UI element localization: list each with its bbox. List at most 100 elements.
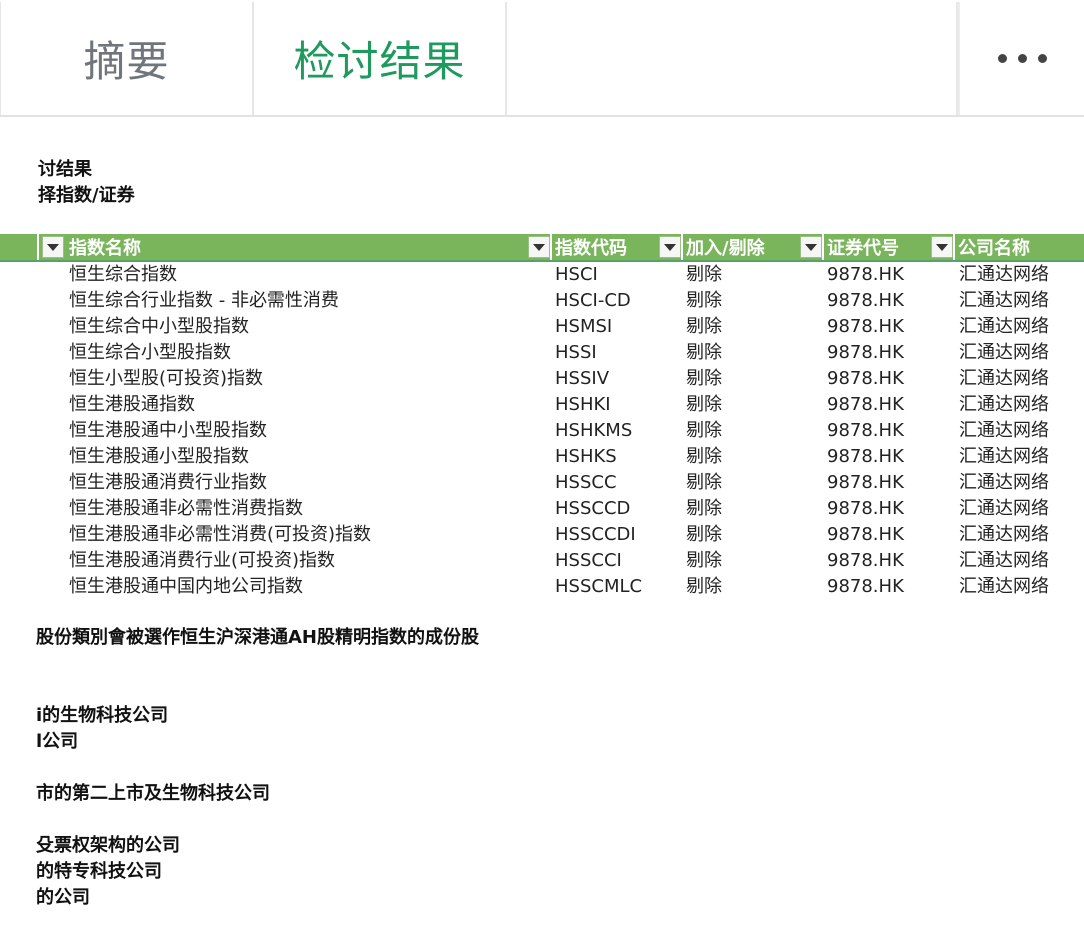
- stock-code-cell[interactable]: 9878.HK: [827, 444, 904, 470]
- index-code-cell[interactable]: HSSCCDI: [555, 522, 636, 548]
- column-divider: [37, 234, 39, 260]
- index-name-cell[interactable]: 恒生港股通中国内地公司指数: [69, 574, 303, 600]
- stock-code-cell[interactable]: 9878.HK: [827, 340, 904, 366]
- action-cell[interactable]: 剔除: [686, 444, 722, 470]
- table-row[interactable]: 恒生综合指数 HSCI 剔除 9878.HK 汇通达网络: [0, 262, 1084, 288]
- more-button[interactable]: [958, 2, 1084, 115]
- index-code-cell[interactable]: HSSI: [555, 340, 597, 366]
- column-header: 公司名称: [958, 238, 1030, 259]
- tab-summary[interactable]: 摘要: [0, 2, 254, 115]
- action-cell[interactable]: 剔除: [686, 288, 722, 314]
- stock-code-cell[interactable]: 9878.HK: [827, 496, 904, 522]
- index-code-cell[interactable]: HSHKMS: [555, 418, 632, 444]
- company-name-cell[interactable]: 汇通达网络: [959, 522, 1049, 548]
- company-name-cell[interactable]: 汇通达网络: [959, 418, 1049, 444]
- action-cell[interactable]: 剔除: [686, 340, 722, 366]
- table-row[interactable]: 恒生港股通中小型股指数 HSHKMS 剔除 9878.HK 汇通达网络: [0, 418, 1084, 444]
- table-row[interactable]: 恒生综合中小型股指数 HSMSI 剔除 9878.HK 汇通达网络: [0, 314, 1084, 340]
- company-name-cell[interactable]: 汇通达网络: [959, 314, 1049, 340]
- index-name-cell[interactable]: 恒生港股通小型股指数: [69, 444, 249, 470]
- company-name-cell[interactable]: 汇通达网络: [959, 574, 1049, 600]
- company-name-cell[interactable]: 汇通达网络: [959, 444, 1049, 470]
- index-name-cell[interactable]: 恒生港股通非必需性消费指数: [69, 496, 303, 522]
- stock-code-cell[interactable]: 9878.HK: [827, 548, 904, 574]
- chevron-down-icon: [533, 243, 545, 251]
- table-row[interactable]: 恒生港股通非必需性消费指数 HSSCCD 剔除 9878.HK 汇通达网络: [0, 496, 1084, 522]
- index-code-cell[interactable]: HSCI-CD: [555, 288, 631, 314]
- sheet-subheading: 择指数/证券: [38, 185, 135, 206]
- index-name-cell[interactable]: 恒生港股通指数: [69, 392, 195, 418]
- index-name-cell[interactable]: 恒生综合小型股指数: [69, 340, 231, 366]
- table-row[interactable]: 恒生港股通小型股指数 HSHKS 剔除 9878.HK 汇通达网络: [0, 444, 1084, 470]
- index-code-cell[interactable]: HSSCCI: [555, 548, 622, 574]
- column-header: 指数名称: [69, 238, 141, 259]
- index-code-cell[interactable]: HSSCCD: [555, 496, 630, 522]
- more-horizontal-icon: [997, 54, 1047, 63]
- filter-dropdown-button[interactable]: [800, 236, 822, 258]
- sheet-heading: 讨结果: [38, 159, 92, 180]
- index-name-cell[interactable]: 恒生港股通非必需性消费(可投资)指数: [69, 522, 371, 548]
- note-text: 的公司: [36, 887, 90, 908]
- stock-code-cell[interactable]: 9878.HK: [827, 392, 904, 418]
- table-row[interactable]: 恒生港股通消费行业指数 HSSCC 剔除 9878.HK 汇通达网络: [0, 470, 1084, 496]
- index-code-cell[interactable]: HSHKI: [555, 392, 611, 418]
- table-row[interactable]: 恒生港股通指数 HSHKI 剔除 9878.HK 汇通达网络: [0, 392, 1084, 418]
- index-name-cell[interactable]: 恒生港股通消费行业(可投资)指数: [69, 548, 335, 574]
- stock-code-cell[interactable]: 9878.HK: [827, 262, 904, 288]
- stock-code-cell[interactable]: 9878.HK: [827, 366, 904, 392]
- index-code-cell[interactable]: HSCI: [555, 262, 598, 288]
- column-header: 指数代码: [555, 238, 627, 259]
- action-cell[interactable]: 剔除: [686, 470, 722, 496]
- company-name-cell[interactable]: 汇通达网络: [959, 340, 1049, 366]
- company-name-cell[interactable]: 汇通达网络: [959, 392, 1049, 418]
- filter-dropdown-button[interactable]: [528, 236, 550, 258]
- table-header: 指数名称 指数代码 加入/剔除 证券代号 公司名称: [0, 234, 1084, 262]
- stock-code-cell[interactable]: 9878.HK: [827, 314, 904, 340]
- company-name-cell[interactable]: 汇通达网络: [959, 366, 1049, 392]
- chevron-down-icon: [805, 243, 817, 251]
- action-cell[interactable]: 剔除: [686, 496, 722, 522]
- index-code-cell[interactable]: HSSCC: [555, 470, 617, 496]
- tab-review-results[interactable]: 检讨结果: [254, 2, 507, 115]
- table-row[interactable]: 恒生港股通非必需性消费(可投资)指数 HSSCCDI 剔除 9878.HK 汇通…: [0, 522, 1084, 548]
- company-name-cell[interactable]: 汇通达网络: [959, 496, 1049, 522]
- action-cell[interactable]: 剔除: [686, 392, 722, 418]
- stock-code-cell[interactable]: 9878.HK: [827, 470, 904, 496]
- company-name-cell[interactable]: 汇通达网络: [959, 470, 1049, 496]
- table-row[interactable]: 恒生综合行业指数 - 非必需性消费 HSCI-CD 剔除 9878.HK 汇通达…: [0, 288, 1084, 314]
- index-name-cell[interactable]: 恒生综合指数: [69, 262, 177, 288]
- action-cell[interactable]: 剔除: [686, 262, 722, 288]
- table-row[interactable]: 恒生小型股(可投资)指数 HSSIV 剔除 9878.HK 汇通达网络: [0, 366, 1084, 392]
- index-code-cell[interactable]: HSHKS: [555, 444, 617, 470]
- index-code-cell[interactable]: HSSIV: [555, 366, 609, 392]
- index-name-cell[interactable]: 恒生综合中小型股指数: [69, 314, 249, 340]
- filter-dropdown-button[interactable]: [42, 236, 64, 258]
- table-row[interactable]: 恒生综合小型股指数 HSSI 剔除 9878.HK 汇通达网络: [0, 340, 1084, 366]
- action-cell[interactable]: 剔除: [686, 314, 722, 340]
- index-name-cell[interactable]: 恒生小型股(可投资)指数: [69, 366, 263, 392]
- filter-dropdown-button[interactable]: [659, 236, 681, 258]
- stock-code-cell[interactable]: 9878.HK: [827, 522, 904, 548]
- action-cell[interactable]: 剔除: [686, 574, 722, 600]
- index-name-cell[interactable]: 恒生综合行业指数 - 非必需性消费: [69, 288, 339, 314]
- note-text: 的特专科技公司: [36, 861, 162, 882]
- note-text: 股份類別會被選作恒生沪深港通AH股精明指数的成份股: [36, 627, 479, 648]
- table-row[interactable]: 恒生港股通消费行业(可投资)指数 HSSCCI 剔除 9878.HK 汇通达网络: [0, 548, 1084, 574]
- stock-code-cell[interactable]: 9878.HK: [827, 574, 904, 600]
- note-text: 市的第二上市及生物科技公司: [36, 783, 270, 804]
- action-cell[interactable]: 剔除: [686, 548, 722, 574]
- company-name-cell[interactable]: 汇通达网络: [959, 548, 1049, 574]
- stock-code-cell[interactable]: 9878.HK: [827, 288, 904, 314]
- action-cell[interactable]: 剔除: [686, 366, 722, 392]
- filter-dropdown-button[interactable]: [931, 236, 953, 258]
- index-code-cell[interactable]: HSMSI: [555, 314, 612, 340]
- table-row[interactable]: 恒生港股通中国内地公司指数 HSSCMLC 剔除 9878.HK 汇通达网络: [0, 574, 1084, 600]
- stock-code-cell[interactable]: 9878.HK: [827, 418, 904, 444]
- index-name-cell[interactable]: 恒生港股通消费行业指数: [69, 470, 267, 496]
- action-cell[interactable]: 剔除: [686, 418, 722, 444]
- company-name-cell[interactable]: 汇通达网络: [959, 288, 1049, 314]
- index-name-cell[interactable]: 恒生港股通中小型股指数: [69, 418, 267, 444]
- index-code-cell[interactable]: HSSCMLC: [555, 574, 642, 600]
- action-cell[interactable]: 剔除: [686, 522, 722, 548]
- company-name-cell[interactable]: 汇通达网络: [959, 262, 1049, 288]
